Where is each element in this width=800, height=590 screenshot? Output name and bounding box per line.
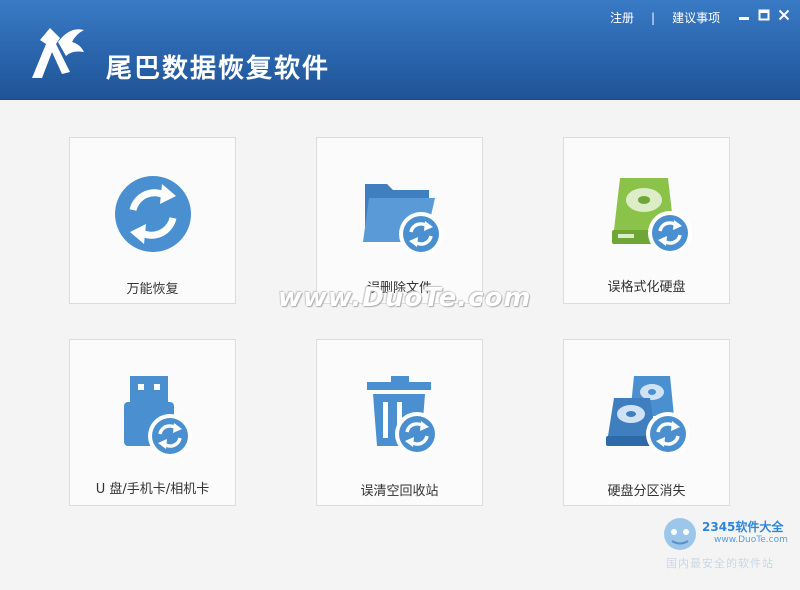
minimize-icon — [739, 17, 749, 20]
usb-drive-icon — [124, 376, 194, 460]
lost-partition-tile[interactable]: 硬盘分区消失 — [563, 339, 730, 506]
link-separator: | — [651, 10, 656, 25]
tile-label: 误格式化硬盘 — [607, 280, 686, 295]
close-button[interactable] — [777, 8, 791, 22]
watermark-text: www.DuoTe.com — [278, 283, 532, 313]
lost-partition-icon — [606, 376, 692, 458]
tile-label: 硬盘分区消失 — [607, 484, 686, 499]
corner-brand-logo: 2345软件大全 www.DuoTe.com 国内最安全的软件站 — [660, 512, 800, 590]
corner-brand-name: 2345软件大全 — [702, 520, 784, 534]
formatted-drive-icon — [612, 178, 694, 257]
corner-brand-slogan: 国内最安全的软件站 — [666, 557, 774, 570]
feedback-link[interactable]: 建议事项 — [672, 9, 720, 26]
maximize-button[interactable] — [757, 8, 771, 22]
recycle-bin-tile[interactable]: 误清空回收站 — [316, 339, 483, 506]
close-icon — [778, 9, 790, 21]
maximize-icon — [758, 9, 770, 21]
formatted-drive-tile[interactable]: 误格式化硬盘 — [563, 137, 730, 304]
deleted-file-tile[interactable]: 误删除文件 — [316, 137, 483, 304]
universal-recover-tile[interactable]: 万能恢复 — [69, 137, 236, 304]
mascot-icon — [664, 518, 696, 550]
tile-label: U 盘/手机卡/相机卡 — [95, 482, 210, 497]
corner-brand-url: www.DuoTe.com — [714, 535, 788, 545]
tile-label: 万能恢复 — [126, 282, 179, 297]
register-link[interactable]: 注册 — [610, 9, 634, 26]
universal-recover-icon — [115, 176, 191, 252]
usb-drive-tile[interactable]: U 盘/手机卡/相机卡 — [69, 339, 236, 506]
app-title: 尾巴数据恢复软件 — [106, 54, 331, 84]
deleted-file-folder-icon — [363, 184, 445, 258]
window-controls — [737, 8, 791, 22]
top-links: 注册 | 建议事项 — [610, 9, 720, 26]
recycle-bin-icon — [367, 376, 441, 458]
minimize-button[interactable] — [737, 8, 751, 22]
tile-label: 误清空回收站 — [360, 484, 439, 499]
app-logo-icon — [32, 28, 84, 78]
title-bar: 尾巴数据恢复软件 注册 | 建议事项 — [0, 0, 800, 100]
